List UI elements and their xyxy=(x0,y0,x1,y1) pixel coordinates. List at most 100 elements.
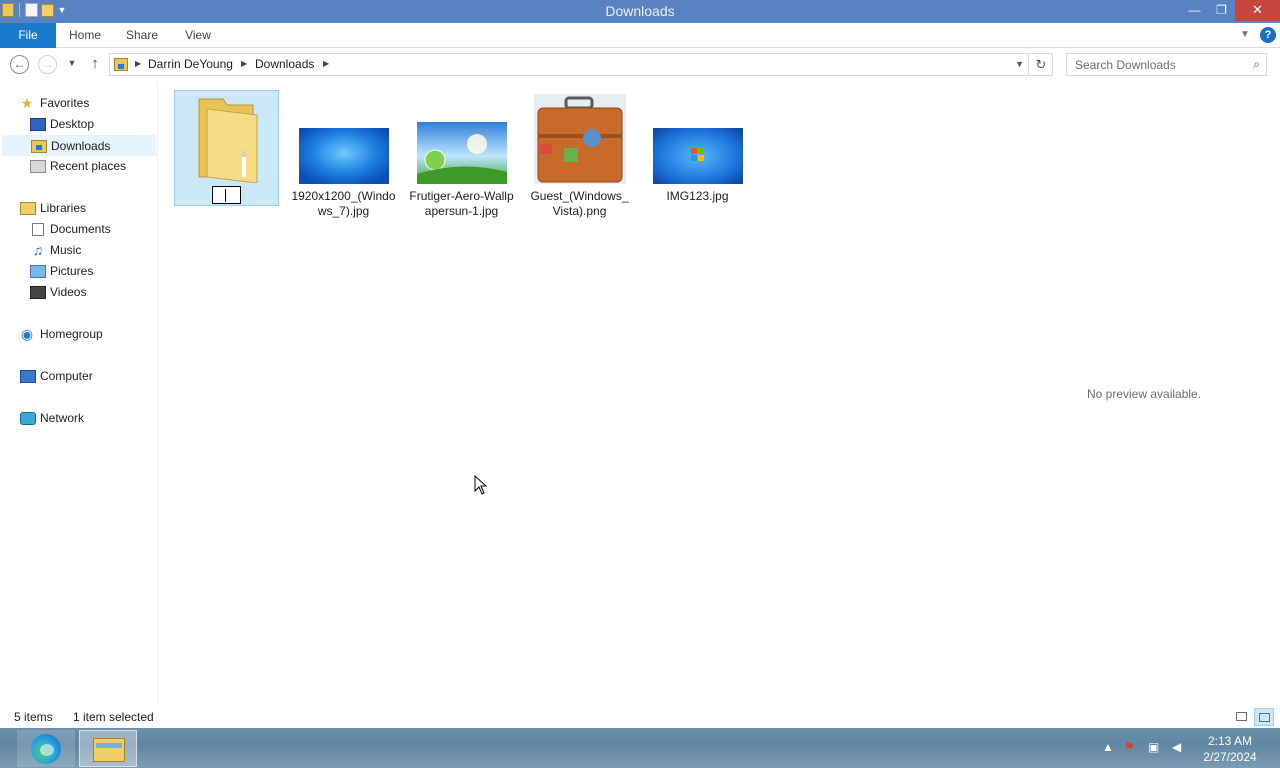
downloads-icon xyxy=(31,140,47,153)
videos-icon xyxy=(30,286,46,299)
file-item[interactable]: IMG123.jpg xyxy=(645,94,750,204)
file-explorer-icon xyxy=(93,738,125,762)
file-name: Guest_(Windows_Vista).png xyxy=(530,189,629,218)
folder-icon xyxy=(198,98,257,183)
network-tray-icon[interactable]: ▣ xyxy=(1148,740,1159,754)
sidebar-item-libraries[interactable]: Libraries xyxy=(18,198,148,219)
file-name: IMG123.jpg xyxy=(666,189,729,203)
search-icon[interactable]: ⌕ xyxy=(1253,57,1260,72)
sidebar-item-recent-places[interactable]: Recent places xyxy=(28,156,148,177)
sidebar-item-desktop[interactable]: Desktop xyxy=(28,114,148,135)
file-item[interactable]: Frutiger-Aero-Wallpapersun-1.jpg xyxy=(409,94,514,219)
file-name: Frutiger-Aero-Wallpapersun-1.jpg xyxy=(409,189,514,218)
taskbar-explorer-button[interactable] xyxy=(79,730,137,767)
aero-nature-thumbnail xyxy=(416,122,507,184)
sidebar-item-label: Favorites xyxy=(40,96,90,110)
system-clock[interactable]: 2:13 AM 2/27/2024 xyxy=(1196,733,1264,765)
sidebar-item-network[interactable]: Network xyxy=(18,408,148,429)
homegroup-icon: ◉ xyxy=(20,326,34,342)
sidebar-item-favorites[interactable]: ★ Favorites xyxy=(18,93,148,114)
selection-count: 1 item selected xyxy=(73,710,154,724)
sidebar-item-music[interactable]: ♫ Music xyxy=(28,240,148,261)
sidebar-item-homegroup[interactable]: ◉ Homegroup xyxy=(18,324,148,345)
tab-file[interactable]: File xyxy=(0,23,56,48)
close-button[interactable]: ✕ xyxy=(1235,0,1280,21)
item-count: 5 items xyxy=(14,710,53,724)
search-input[interactable] xyxy=(1075,54,1245,75)
edge-icon xyxy=(31,734,61,764)
win7-logo-thumbnail xyxy=(652,128,743,184)
breadcrumb-chevron-icon[interactable]: ▶ xyxy=(241,59,247,68)
taskbar: ▲ ⚑ ▣ ◀ 2:13 AM 2/27/2024 xyxy=(0,728,1280,768)
suitcase-thumbnail xyxy=(533,94,626,184)
network-icon xyxy=(20,412,36,425)
sidebar-item-label: Recent places xyxy=(50,159,127,173)
breadcrumb-chevron-icon[interactable]: ▶ xyxy=(323,59,329,68)
sidebar-item-label: Documents xyxy=(50,222,111,236)
ribbon-right-controls: ▼ ? xyxy=(1238,27,1276,43)
forward-button[interactable]: → xyxy=(38,55,57,74)
file-item-new-folder[interactable] xyxy=(174,90,279,206)
minimize-button[interactable]: — xyxy=(1181,0,1208,21)
ribbon: File Home Share View ▼ ? xyxy=(0,23,1280,48)
file-item[interactable]: 1920x1200_(Windows_7).jpg xyxy=(291,94,396,219)
sidebar-item-videos[interactable]: Videos xyxy=(28,282,148,303)
up-button[interactable]: ↑ xyxy=(87,55,103,72)
desktop-icon xyxy=(30,118,46,131)
sidebar-item-label: Downloads xyxy=(51,139,111,153)
status-bar: 5 items 1 item selected xyxy=(0,706,1280,728)
recent-places-icon xyxy=(30,160,46,173)
tab-share[interactable]: Share xyxy=(114,23,170,48)
tab-view[interactable]: View xyxy=(170,23,226,48)
refresh-button[interactable]: ↻ xyxy=(1030,53,1053,76)
file-name: 1920x1200_(Windows_7).jpg xyxy=(291,189,396,218)
win7-wallpaper-thumbnail xyxy=(298,128,389,184)
restore-button[interactable]: ❐ xyxy=(1208,0,1235,21)
clock-time: 2:13 AM xyxy=(1207,734,1253,748)
pictures-icon xyxy=(30,265,46,278)
sidebar-item-label: Pictures xyxy=(50,264,94,278)
details-view-button[interactable] xyxy=(1232,708,1252,726)
sidebar-item-pictures[interactable]: Pictures xyxy=(28,261,148,282)
help-icon[interactable]: ? xyxy=(1260,27,1276,43)
star-icon: ★ xyxy=(20,95,34,111)
mouse-cursor-icon xyxy=(474,475,488,495)
sidebar-item-label: Homegroup xyxy=(40,327,103,341)
sidebar-item-computer[interactable]: Computer xyxy=(18,366,148,387)
title-bar: ▼ Downloads — ❐ ✕ xyxy=(0,0,1280,23)
clock-date: 2/27/2024 xyxy=(1203,750,1257,764)
rename-input[interactable] xyxy=(212,186,241,204)
recent-locations-chevron-icon[interactable]: ▼ xyxy=(66,58,78,68)
back-button[interactable]: ← xyxy=(10,55,29,74)
large-icons-view-button[interactable] xyxy=(1254,708,1274,726)
address-history-chevron-icon[interactable]: ▼ xyxy=(1015,59,1024,69)
breadcrumb-chevron-icon[interactable]: ▶ xyxy=(135,59,141,68)
sidebar-item-label: Music xyxy=(50,243,82,257)
large-icons-view-icon xyxy=(1259,713,1270,722)
volume-icon[interactable]: ◀ xyxy=(1172,740,1181,754)
sidebar-item-label: Libraries xyxy=(40,201,87,215)
action-center-flag-icon[interactable]: ⚑ xyxy=(1124,740,1135,754)
breadcrumb-downloads[interactable]: Downloads xyxy=(255,57,314,71)
search-box[interactable]: ⌕ xyxy=(1066,53,1267,76)
sidebar-item-label: Computer xyxy=(40,369,93,383)
libraries-icon xyxy=(20,202,36,215)
expand-ribbon-chevron-icon[interactable]: ▼ xyxy=(1238,28,1252,42)
details-view-icon xyxy=(1236,712,1247,721)
preview-pane-message: No preview available. xyxy=(1087,387,1202,401)
downloads-folder-icon xyxy=(114,58,128,71)
music-note-icon: ♫ xyxy=(32,242,44,258)
show-hidden-icons-icon[interactable]: ▲ xyxy=(1102,740,1114,754)
breadcrumb-user[interactable]: Darrin DeYoung xyxy=(148,57,233,71)
sidebar-item-documents[interactable]: Documents xyxy=(28,219,148,240)
documents-icon xyxy=(32,223,44,236)
taskbar-edge-button[interactable] xyxy=(17,730,75,767)
sidebar-item-label: Videos xyxy=(50,285,87,299)
address-bar[interactable]: ▶ Darrin DeYoung ▶ Downloads ▶ ▼ xyxy=(109,53,1029,76)
sidebar-item-label: Desktop xyxy=(50,117,95,131)
file-item[interactable]: Guest_(Windows_Vista).png xyxy=(527,94,632,219)
navigation-pane: ★ Favorites Desktop Downloads Recent pla… xyxy=(0,82,158,704)
tab-home[interactable]: Home xyxy=(56,23,114,48)
navigation-bar: ← → ▼ ↑ ▶ Darrin DeYoung ▶ Downloads ▶ ▼… xyxy=(0,49,1280,80)
sidebar-item-downloads[interactable]: Downloads xyxy=(2,135,156,156)
